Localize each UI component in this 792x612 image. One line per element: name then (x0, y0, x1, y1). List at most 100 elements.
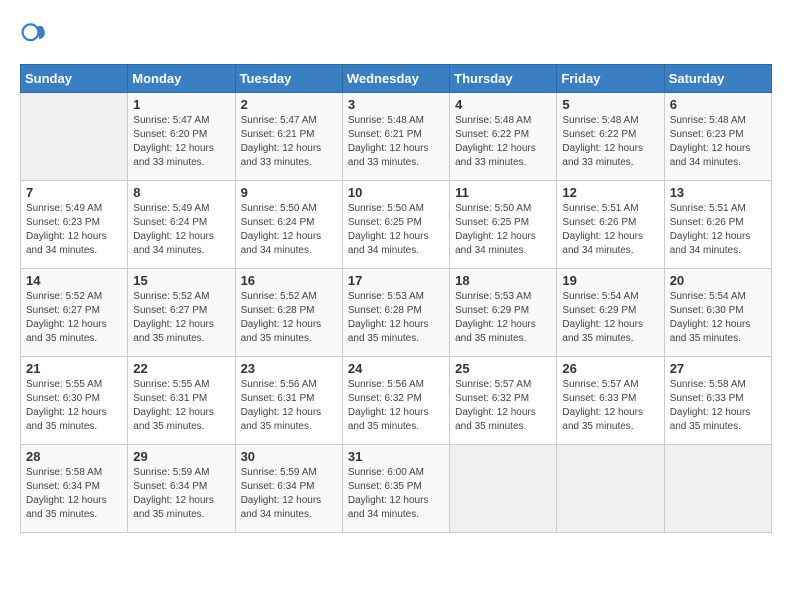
day-number: 24 (348, 361, 444, 376)
weekday-header-wednesday: Wednesday (342, 65, 449, 93)
day-number: 3 (348, 97, 444, 112)
calendar-cell: 29 Sunrise: 5:59 AMSunset: 6:34 PMDayligh… (128, 445, 235, 533)
calendar-cell: 3 Sunrise: 5:48 AMSunset: 6:21 PMDaylight… (342, 93, 449, 181)
day-info: Sunrise: 5:50 AMSunset: 6:25 PMDaylight:… (455, 202, 551, 258)
day-number: 21 (26, 361, 122, 376)
calendar-cell: 16Sunrise: 5:52 AMSunset: 6:28 PMDayligh… (235, 269, 342, 357)
calendar-cell: 14Sunrise: 5:52 AMSunset: 6:27 PMDayligh… (21, 269, 128, 357)
calendar-week-4: 21 Sunrise: 5:55 AMSunset: 6:30 PMDayligh… (21, 357, 772, 445)
day-info: Sunrise: 5:55 AMSunset: 6:31 PMDaylight:… (133, 378, 229, 434)
calendar-cell: 12 Sunrise: 5:51 AMSunset: 6:26 PMDayligh… (557, 181, 664, 269)
calendar-cell: 28 Sunrise: 5:58 AMSunset: 6:34 PMDayligh… (21, 445, 128, 533)
calendar-cell (450, 445, 557, 533)
calendar-cell: 22 Sunrise: 5:55 AMSunset: 6:31 PMDayligh… (128, 357, 235, 445)
calendar-cell: 26Sunrise: 5:57 AMSunset: 6:33 PMDayligh… (557, 357, 664, 445)
day-info: Sunrise: 5:51 AMSunset: 6:26 PMDaylight:… (562, 202, 658, 258)
day-number: 2 (241, 97, 337, 112)
calendar-cell: 17 Sunrise: 5:53 AMSunset: 6:28 PMDayligh… (342, 269, 449, 357)
day-info: Sunrise: 5:54 AMSunset: 6:30 PMDaylight:… (670, 290, 766, 346)
calendar-cell: 25 Sunrise: 5:57 AMSunset: 6:32 PMDayligh… (450, 357, 557, 445)
day-number: 5 (562, 97, 658, 112)
weekday-header-monday: Monday (128, 65, 235, 93)
logo-icon (20, 20, 48, 48)
calendar-cell: 4Sunrise: 5:48 AMSunset: 6:22 PMDaylight… (450, 93, 557, 181)
day-info: Sunrise: 5:48 AMSunset: 6:22 PMDaylight:… (562, 114, 658, 170)
calendar-cell: 5 Sunrise: 5:48 AMSunset: 6:22 PMDaylight… (557, 93, 664, 181)
calendar-cell: 19Sunrise: 5:54 AMSunset: 6:29 PMDayligh… (557, 269, 664, 357)
page-header (20, 20, 772, 48)
day-info: Sunrise: 5:47 AMSunset: 6:21 PMDaylight:… (241, 114, 337, 170)
day-number: 30 (241, 449, 337, 464)
day-number: 28 (26, 449, 122, 464)
day-number: 8 (133, 185, 229, 200)
calendar-cell: 7 Sunrise: 5:49 AMSunset: 6:23 PMDaylight… (21, 181, 128, 269)
calendar-cell: 30 Sunrise: 5:59 AMSunset: 6:34 PMDayligh… (235, 445, 342, 533)
calendar-header: SundayMondayTuesdayWednesdayThursdayFrid… (21, 65, 772, 93)
weekday-row: SundayMondayTuesdayWednesdayThursdayFrid… (21, 65, 772, 93)
weekday-header-sunday: Sunday (21, 65, 128, 93)
calendar-cell (664, 445, 771, 533)
calendar-cell: 10 Sunrise: 5:50 AMSunset: 6:25 PMDayligh… (342, 181, 449, 269)
day-info: Sunrise: 5:59 AMSunset: 6:34 PMDaylight:… (241, 466, 337, 522)
calendar-cell: 6Sunrise: 5:48 AMSunset: 6:23 PMDaylight… (664, 93, 771, 181)
day-number: 6 (670, 97, 766, 112)
day-info: Sunrise: 5:53 AMSunset: 6:29 PMDaylight:… (455, 290, 551, 346)
calendar-cell: 8 Sunrise: 5:49 AMSunset: 6:24 PMDaylight… (128, 181, 235, 269)
calendar-week-3: 14 Sunrise: 5:52 AMSunset: 6:27 PMDayligh… (21, 269, 772, 357)
day-number: 14 (26, 273, 122, 288)
day-number: 23 (241, 361, 337, 376)
day-info: Sunrise: 5:50 AMSunset: 6:25 PMDaylight:… (348, 202, 444, 258)
calendar-cell: 13 Sunrise: 5:51 AMSunset: 6:26 PMDayligh… (664, 181, 771, 269)
calendar-table: SundayMondayTuesdayWednesdayThursdayFrid… (20, 64, 772, 533)
day-info: Sunrise: 5:59 AMSunset: 6:34 PMDaylight:… (133, 466, 229, 522)
weekday-header-thursday: Thursday (450, 65, 557, 93)
day-number: 17 (348, 273, 444, 288)
day-number: 27 (670, 361, 766, 376)
day-info: Sunrise: 5:51 AMSunset: 6:26 PMDaylight:… (670, 202, 766, 258)
calendar-week-5: 28 Sunrise: 5:58 AMSunset: 6:34 PMDayligh… (21, 445, 772, 533)
day-number: 11 (455, 185, 551, 200)
day-number: 12 (562, 185, 658, 200)
day-number: 7 (26, 185, 122, 200)
calendar-cell: 31Sunrise: 6:00 AMSunset: 6:35 PMDayligh… (342, 445, 449, 533)
logo (20, 20, 52, 48)
weekday-header-tuesday: Tuesday (235, 65, 342, 93)
day-info: Sunrise: 5:57 AMSunset: 6:32 PMDaylight:… (455, 378, 551, 434)
calendar-week-2: 7 Sunrise: 5:49 AMSunset: 6:23 PMDaylight… (21, 181, 772, 269)
calendar-cell: 21 Sunrise: 5:55 AMSunset: 6:30 PMDayligh… (21, 357, 128, 445)
calendar-cell: 11 Sunrise: 5:50 AMSunset: 6:25 PMDayligh… (450, 181, 557, 269)
calendar-cell: 20Sunrise: 5:54 AMSunset: 6:30 PMDayligh… (664, 269, 771, 357)
day-number: 19 (562, 273, 658, 288)
day-info: Sunrise: 5:58 AMSunset: 6:33 PMDaylight:… (670, 378, 766, 434)
day-info: Sunrise: 5:58 AMSunset: 6:34 PMDaylight:… (26, 466, 122, 522)
day-info: Sunrise: 5:57 AMSunset: 6:33 PMDaylight:… (562, 378, 658, 434)
day-info: Sunrise: 5:49 AMSunset: 6:23 PMDaylight:… (26, 202, 122, 258)
day-info: Sunrise: 5:48 AMSunset: 6:21 PMDaylight:… (348, 114, 444, 170)
day-number: 9 (241, 185, 337, 200)
day-number: 13 (670, 185, 766, 200)
day-info: Sunrise: 5:53 AMSunset: 6:28 PMDaylight:… (348, 290, 444, 346)
calendar-cell: 24 Sunrise: 5:56 AMSunset: 6:32 PMDayligh… (342, 357, 449, 445)
calendar-body: 1 Sunrise: 5:47 AMSunset: 6:20 PMDaylight… (21, 93, 772, 533)
day-number: 29 (133, 449, 229, 464)
day-number: 1 (133, 97, 229, 112)
day-number: 10 (348, 185, 444, 200)
calendar-cell: 18 Sunrise: 5:53 AMSunset: 6:29 PMDayligh… (450, 269, 557, 357)
calendar-cell: 23Sunrise: 5:56 AMSunset: 6:31 PMDayligh… (235, 357, 342, 445)
weekday-header-friday: Friday (557, 65, 664, 93)
calendar-week-1: 1 Sunrise: 5:47 AMSunset: 6:20 PMDaylight… (21, 93, 772, 181)
day-number: 22 (133, 361, 229, 376)
day-info: Sunrise: 5:52 AMSunset: 6:27 PMDaylight:… (133, 290, 229, 346)
day-info: Sunrise: 5:55 AMSunset: 6:30 PMDaylight:… (26, 378, 122, 434)
calendar-cell: 27 Sunrise: 5:58 AMSunset: 6:33 PMDayligh… (664, 357, 771, 445)
day-number: 15 (133, 273, 229, 288)
day-info: Sunrise: 5:49 AMSunset: 6:24 PMDaylight:… (133, 202, 229, 258)
day-number: 25 (455, 361, 551, 376)
day-number: 31 (348, 449, 444, 464)
day-number: 18 (455, 273, 551, 288)
calendar-cell: 2 Sunrise: 5:47 AMSunset: 6:21 PMDaylight… (235, 93, 342, 181)
day-info: Sunrise: 5:47 AMSunset: 6:20 PMDaylight:… (133, 114, 229, 170)
day-number: 4 (455, 97, 551, 112)
calendar-cell: 15 Sunrise: 5:52 AMSunset: 6:27 PMDayligh… (128, 269, 235, 357)
day-info: Sunrise: 5:56 AMSunset: 6:32 PMDaylight:… (348, 378, 444, 434)
